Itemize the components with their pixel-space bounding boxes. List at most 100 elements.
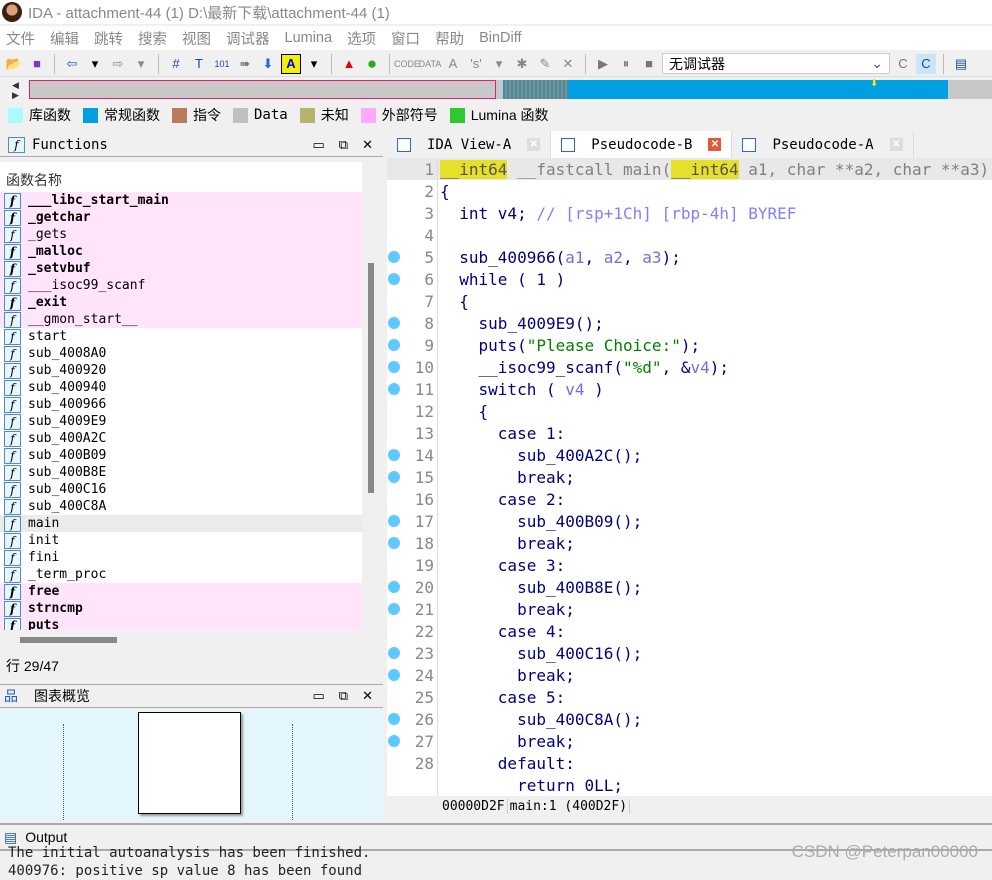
code-line[interactable]: 4 <box>387 224 992 246</box>
breakpoint-dot-icon[interactable] <box>388 603 400 615</box>
code-line[interactable]: 8 sub_4009E9(); <box>387 312 992 334</box>
breakpoint-gutter[interactable] <box>387 669 401 681</box>
menu-item[interactable]: 文件 <box>6 28 35 49</box>
breakpoint-dot-icon[interactable] <box>388 669 400 681</box>
breakpoint-list-icon[interactable]: ▤ <box>951 54 971 74</box>
function-row[interactable]: f sub_4008A0 <box>0 345 362 362</box>
column-header-function-name[interactable]: 函数名称 <box>0 162 362 192</box>
attach-icon[interactable]: C <box>893 54 913 74</box>
forward-arrow-icon[interactable]: ⇨ <box>108 54 128 74</box>
open-folder-icon[interactable]: 📂 <box>4 54 24 74</box>
function-row[interactable]: f init <box>0 532 362 549</box>
breakpoint-dot-icon[interactable] <box>388 581 400 593</box>
maximize-icon[interactable]: ▭ <box>313 688 325 704</box>
breakpoint-dot-icon[interactable] <box>388 647 400 659</box>
code-line[interactable]: 13 case 1: <box>387 422 992 444</box>
float-icon[interactable]: ⧉ <box>339 137 348 153</box>
code-line[interactable]: 28 default: <box>387 752 992 774</box>
code-line[interactable]: 19 case 3: <box>387 554 992 576</box>
tab-ida-view-a[interactable]: IDA View-A ✕ <box>387 131 552 158</box>
breakpoint-gutter[interactable] <box>387 339 401 351</box>
breakpoint-gutter[interactable] <box>387 449 401 461</box>
tab-pseudocode-b[interactable]: Pseudocode-B ✕ <box>551 131 733 158</box>
vertical-scrollbar[interactable] <box>368 263 374 493</box>
pause-icon[interactable]: ⏸ <box>616 54 636 74</box>
chevron-down-icon[interactable]: ▾ <box>131 54 151 74</box>
chevron-down-icon[interactable]: ▾ <box>304 54 324 74</box>
code-line[interactable]: 5 sub_400966(a1, a2, a3); <box>387 246 992 268</box>
function-row[interactable]: f fini <box>0 549 362 566</box>
function-row[interactable]: f ___isoc99_scanf <box>0 277 362 294</box>
code-line[interactable]: 27 break; <box>387 730 992 752</box>
search-binary-icon[interactable]: 101 <box>212 54 232 74</box>
code-line[interactable]: 17 sub_400B09(); <box>387 510 992 532</box>
jump-down-icon[interactable]: ⬇ <box>258 54 278 74</box>
function-row[interactable]: f sub_400B8E <box>0 464 362 481</box>
menu-item[interactable]: 调试器 <box>226 28 270 49</box>
menu-item[interactable]: Lumina <box>285 30 333 46</box>
code-line[interactable]: 3 int v4; // [rsp+1Ch] [rbp-4h] BYREF <box>387 202 992 224</box>
breakpoint-gutter[interactable] <box>387 537 401 549</box>
function-row[interactable]: f sub_400940 <box>0 379 362 396</box>
green-circle-icon[interactable]: ● <box>362 54 382 74</box>
menu-item[interactable]: 视图 <box>182 28 211 49</box>
function-row[interactable]: f sub_400920 <box>0 362 362 379</box>
function-row[interactable]: f _gets <box>0 226 362 243</box>
code-line[interactable]: 1 __int64 __fastcall main(__int64 a1, cha… <box>387 158 992 180</box>
breakpoint-dot-icon[interactable] <box>388 361 400 373</box>
breakpoint-dot-icon[interactable] <box>388 383 400 395</box>
back-arrow-icon[interactable]: ⇦ <box>62 54 82 74</box>
breakpoint-gutter[interactable] <box>387 515 401 527</box>
menu-item[interactable]: BinDiff <box>479 30 521 46</box>
breakpoint-dot-icon[interactable] <box>388 273 400 285</box>
make-string-icon[interactable]: A <box>443 54 463 74</box>
menu-item[interactable]: 跳转 <box>94 28 123 49</box>
breakpoint-gutter[interactable] <box>387 647 401 659</box>
breakpoint-dot-icon[interactable] <box>388 537 400 549</box>
make-code-icon[interactable]: CODE <box>394 54 420 74</box>
tab-pseudocode-a[interactable]: Pseudocode-A ✕ <box>732 131 914 158</box>
search-next-icon[interactable]: ➠ <box>235 54 255 74</box>
code-line[interactable]: 18 break; <box>387 532 992 554</box>
pseudocode-view[interactable]: 1 __int64 __fastcall main(__int64 a1, cha… <box>387 158 992 796</box>
breakpoint-dot-icon[interactable] <box>388 317 400 329</box>
breakpoint-gutter[interactable] <box>387 251 401 263</box>
code-line[interactable]: 25 case 5: <box>387 686 992 708</box>
code-line[interactable]: 7 { <box>387 290 992 312</box>
close-icon[interactable]: ✕ <box>362 688 373 704</box>
code-line[interactable]: 9 puts("Please Choice:"); <box>387 334 992 356</box>
make-data-icon[interactable]: DATA <box>419 54 442 74</box>
function-row[interactable]: f _getchar <box>0 209 362 226</box>
menu-item[interactable]: 窗口 <box>391 28 420 49</box>
stop-icon[interactable]: ■ <box>639 54 659 74</box>
navigation-band[interactable]: ◀ ▶ ⬇ <box>0 78 992 102</box>
breakpoint-gutter[interactable] <box>387 361 401 373</box>
function-row[interactable]: f sub_400C8A <box>0 498 362 515</box>
code-line[interactable]: 26 sub_400C8A(); <box>387 708 992 730</box>
breakpoint-gutter[interactable] <box>387 735 401 747</box>
function-row[interactable]: f sub_400A2C <box>0 430 362 447</box>
breakpoint-dot-icon[interactable] <box>388 449 400 461</box>
code-line[interactable]: 20 sub_400B8E(); <box>387 576 992 598</box>
close-x-icon[interactable]: ✕ <box>558 54 578 74</box>
warning-icon[interactable]: ▲ <box>339 54 359 74</box>
function-row[interactable]: f sub_400B09 <box>0 447 362 464</box>
function-row[interactable]: f puts <box>0 617 362 630</box>
play-icon[interactable]: ▶ <box>593 54 613 74</box>
code-line[interactable]: 12 { <box>387 400 992 422</box>
breakpoint-dot-icon[interactable] <box>388 471 400 483</box>
nav-right-arrow-icon[interactable]: ▶ <box>12 90 19 101</box>
breakpoint-gutter[interactable] <box>387 713 401 725</box>
edit-icon[interactable]: ✎ <box>535 54 555 74</box>
close-tab-icon[interactable]: ✕ <box>527 138 541 151</box>
function-row[interactable]: f sub_4009E9 <box>0 413 362 430</box>
close-tab-icon[interactable]: ✕ <box>708 138 722 151</box>
maximize-icon[interactable]: ▭ <box>313 137 325 153</box>
breakpoint-gutter[interactable] <box>387 383 401 395</box>
menu-item[interactable]: 编辑 <box>50 28 79 49</box>
menu-item[interactable]: 帮助 <box>435 28 464 49</box>
code-line[interactable]: 14 sub_400A2C(); <box>387 444 992 466</box>
breakpoint-gutter[interactable] <box>387 317 401 329</box>
make-struct-icon[interactable]: 's' <box>466 54 486 74</box>
code-line[interactable]: 22 case 4: <box>387 620 992 642</box>
